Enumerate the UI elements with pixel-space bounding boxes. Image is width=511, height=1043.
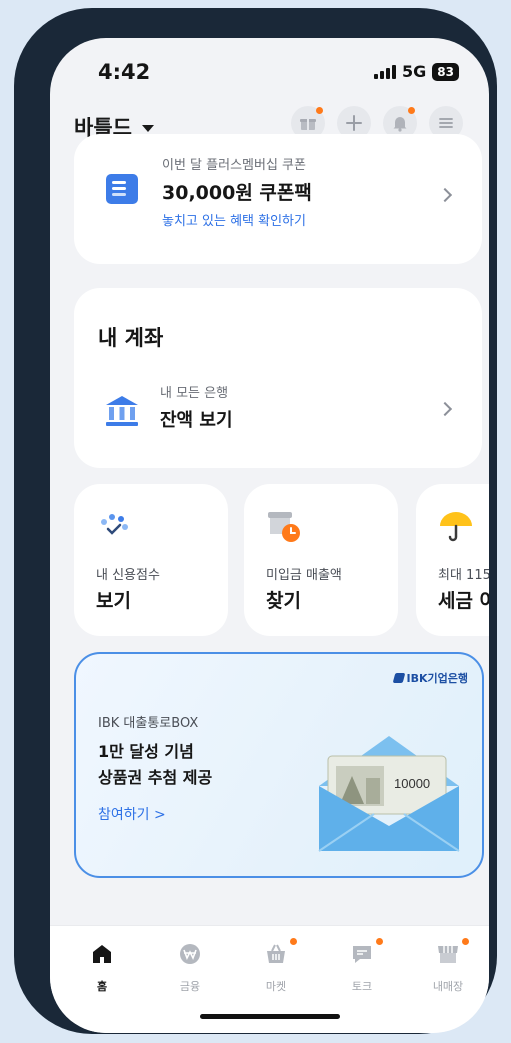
unpaid-sales-value: 찾기 [266, 590, 301, 612]
tab-finance[interactable]: 금융 [160, 942, 220, 994]
battery-icon: 83 [432, 62, 459, 81]
home-icon [93, 945, 111, 963]
gift-icon [300, 119, 316, 130]
banner-participate-link[interactable]: 참여하기 > [98, 804, 166, 824]
envelope-voucher-illustration: 10000 [318, 736, 460, 852]
account-card[interactable]: 내 계좌 내 모든 은행 잔액 보기 [74, 288, 482, 468]
account-subtitle: 내 모든 은행 [160, 386, 229, 401]
umbrella-icon [440, 512, 472, 542]
chevron-right-icon [437, 401, 453, 417]
bank-icon [106, 396, 138, 426]
balance-view-link[interactable]: 잔액 보기 [160, 406, 233, 432]
basket-icon [267, 944, 285, 963]
coupon-subtitle: 이번 달 플러스멤버십 쿠폰 [162, 158, 306, 173]
unpaid-sales-card[interactable]: 미입금 매출액 찾기 [244, 484, 398, 636]
ibk-logo-text: IBK기업은행 [406, 672, 468, 685]
tab-talk-label: 토크 [351, 980, 373, 993]
coupon-title: 30,000원 쿠폰팩 [162, 182, 312, 204]
ibk-logo-mark [392, 673, 405, 683]
store-icon [438, 946, 458, 963]
tab-home[interactable]: 홈 [72, 942, 132, 994]
bell-icon [393, 117, 407, 132]
coupon-benefit-link[interactable]: 놓치고 있는 혜택 확인하기 [162, 210, 306, 229]
tab-home-label: 홈 [96, 980, 108, 993]
tax-saving-value: 세금 아끼 [438, 590, 489, 612]
tax-saving-subtitle: 최대 115만 [438, 568, 489, 583]
tab-my-store-label: 내매장 [432, 980, 464, 993]
status-time: 4:42 [98, 60, 151, 84]
app-screen: 4:42 5G 83 바틀드 이번 달 플러스멤버십 쿠폰 30,000원 쿠폰… [50, 38, 489, 1033]
plus-icon [346, 115, 362, 131]
chevron-right-icon [437, 187, 453, 203]
phone-frame: 4:42 5G 83 바틀드 이번 달 플러스멤버십 쿠폰 30,000원 쿠폰… [14, 8, 497, 1034]
account-title: 내 계좌 [98, 326, 164, 350]
home-indicator [200, 1014, 340, 1019]
banner-title-line2: 상품권 추첨 제공 [98, 768, 213, 787]
tab-market[interactable]: 마켓 [246, 938, 306, 994]
network-type: 5G [402, 62, 427, 81]
caret-down-icon [141, 124, 154, 132]
credit-score-subtitle: 내 신용점수 [96, 568, 160, 583]
credit-score-card[interactable]: 내 신용점수 보기 [74, 484, 228, 636]
voucher-amount: 10000 [394, 776, 430, 791]
status-indicators: 5G 83 [374, 62, 459, 81]
tab-finance-label: 금융 [179, 980, 201, 993]
banner-title-line1: 1만 달성 기념 [98, 742, 194, 761]
unpaid-sales-subtitle: 미입금 매출액 [266, 568, 342, 583]
page-background: 4:42 5G 83 바틀드 이번 달 플러스멤버십 쿠폰 30,000원 쿠폰… [0, 0, 511, 1043]
banner-subtitle: IBK 대출통로BOX [98, 716, 199, 731]
tax-saving-card[interactable]: 최대 115만 세금 아끼 [416, 484, 489, 636]
won-icon [180, 944, 200, 964]
my-store-badge [462, 938, 469, 945]
credit-score-icon [101, 514, 128, 535]
tab-talk[interactable]: 토크 [332, 938, 392, 994]
tab-market-label: 마켓 [265, 980, 287, 993]
notification-badge [408, 107, 415, 114]
signal-icon [374, 64, 397, 79]
credit-score-value: 보기 [96, 590, 131, 612]
coupon-pack-icon [106, 174, 138, 204]
tab-my-store[interactable]: 내매장 [418, 938, 478, 994]
bottom-tab-bar: 홈 금융 마켓 토크 내매장 [50, 925, 489, 1033]
menu-icon [439, 118, 453, 128]
market-badge [290, 938, 297, 945]
talk-badge [376, 938, 383, 945]
gift-badge [316, 107, 323, 114]
chat-icon [353, 946, 371, 963]
coupon-card[interactable]: 이번 달 플러스멤버십 쿠폰 30,000원 쿠폰팩 놓치고 있는 혜택 확인하… [74, 134, 482, 264]
ibk-logo: IBK기업은행 [392, 670, 468, 686]
ibk-promo-banner[interactable]: IBK기업은행 IBK 대출통로BOX 1만 달성 기념 상품권 추첨 제공 참… [74, 652, 484, 878]
store-clock-icon [268, 512, 300, 542]
